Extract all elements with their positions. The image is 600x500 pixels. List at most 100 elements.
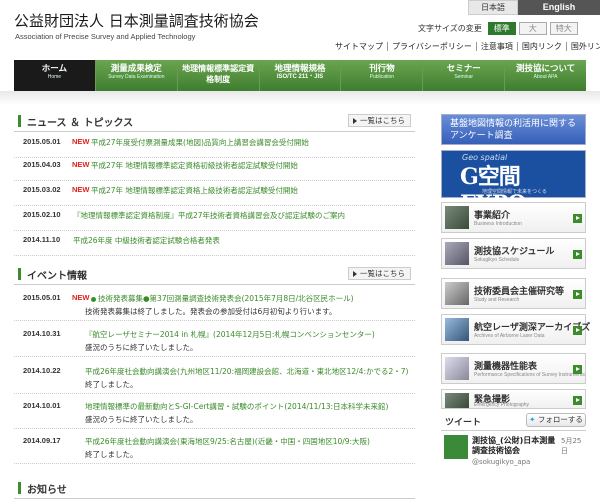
global-nav: ホーム Home 測量成果検定 Survey Data Examination 地理… (14, 60, 587, 91)
business-thumbnail (445, 206, 469, 229)
nav-gi-standards[interactable]: 地理情報規格 ISO/TC 211・JIS (259, 60, 342, 91)
event-link[interactable]: 地理情報標準の最新動向とS-GI-Cert講習・試験のポイント(2014/11/… (85, 401, 388, 412)
arrow-right-icon (573, 365, 582, 374)
bullet-icon (91, 296, 96, 302)
tweet-author[interactable]: 測技協_(公財)日本測量調査技術協会 (472, 436, 560, 456)
sitemap-link[interactable]: サイトマップ (331, 42, 387, 51)
event-date: 2014.10.22 (23, 366, 61, 375)
news-date: 2015.04.03 (23, 160, 61, 169)
news-item: 2015.02.10 『地理情報標準認定資格制度』平成27年技術者資格講習会及び… (14, 210, 415, 231)
side-label: 測量機器性能表 (474, 362, 538, 372)
nav-publication[interactable]: 刊行物 Publication (341, 60, 424, 91)
nav-label: セミナー (446, 64, 481, 74)
tweet-handle[interactable]: @sokugikyo_apa (472, 458, 530, 466)
arrow-right-icon (573, 396, 582, 405)
follow-button[interactable]: ✦ フォローする (526, 413, 586, 427)
event-desc: 盛況のうちに終了いたしました。 (85, 415, 198, 424)
news-link[interactable]: 平成27年 地理情報標準認定資格初級技術者認定試験受付開始 (91, 160, 298, 171)
nav-label: 測量成果検定 (110, 64, 162, 74)
new-badge: NEW (72, 293, 90, 302)
side-link-schedule[interactable]: 測技協スケジュール Sokugikyo Schedule (441, 238, 586, 269)
events-more-button[interactable]: 一覧はこちら (348, 267, 411, 280)
font-size-label: 文字サイズの変更 (418, 24, 482, 33)
news-more-button[interactable]: 一覧はこちら (348, 114, 411, 127)
domestic-links-link[interactable]: 国内リンク (516, 42, 566, 51)
twitter-bird-icon: ✦ (529, 415, 536, 424)
event-date: 2014.10.31 (23, 329, 61, 338)
nav-label: 地理情報標準認定資格制度 (182, 64, 255, 84)
events-section-header: イベント情報 一覧はこちら (14, 263, 415, 285)
lang-japanese-button[interactable]: 日本語 (468, 0, 518, 15)
side-link-research[interactable]: 技術委員会主催研究等 Study and Research (441, 278, 586, 309)
language-switcher: 日本語 English (468, 0, 600, 15)
side-label: 技術委員会主催研究等 (474, 287, 565, 297)
nav-gi-certification[interactable]: 地理情報標準認定資格制度 (177, 60, 260, 91)
arrow-right-icon (353, 117, 357, 124)
nav-label: 測技協について (515, 64, 576, 74)
news-section-header: ニュース ＆ トピックス 一覧はこちら (14, 110, 415, 132)
nav-shadow (0, 91, 600, 105)
lang-english-button[interactable]: English (518, 0, 600, 15)
news-link[interactable]: 平成27年度受付票測量成果(地図)品質向上講習会講習会受付開始 (91, 137, 309, 148)
event-item: 2014.10.01 地理情報標準の最新動向とS-GI-Cert講習・試験のポイ… (14, 401, 415, 429)
utility-links: サイトマップ プライバシーポリシー 注意事項 国内リンク 国外リンク (331, 42, 600, 51)
news-link[interactable]: 平成26年度 中級技術者認定試験合格者発表 (73, 235, 220, 246)
privacy-policy-link[interactable]: プライバシーポリシー (387, 42, 476, 51)
event-link[interactable]: 『航空レーザセミナー2014 in 札幌』(2014年12月5日:札幌コンベンシ… (85, 329, 375, 340)
side-link-business[interactable]: 事業紹介 Business Introduction (441, 202, 586, 233)
g-space-expo-banner[interactable]: Geo spatial G空間EXPO 地理空間情報で未来をつくる (441, 150, 586, 217)
event-link[interactable]: 平成26年度社会動向講演会(九州地区11/20:福岡建設会館、北海道・東北地区1… (85, 366, 408, 377)
tweet-title: ツイート (445, 418, 482, 428)
event-desc: 終了しました。 (85, 450, 138, 459)
event-desc: 終了しました。 (85, 380, 138, 389)
emergency-thumbnail (445, 393, 469, 408)
font-size-standard-button[interactable]: 標準 (487, 22, 516, 35)
news-item: 2015.03.02 NEW 平成27年 地理情報標準認定資格上級技術者認定試験… (14, 185, 415, 206)
font-size-xlarge-button[interactable]: 特大 (549, 22, 578, 35)
nav-seminar[interactable]: セミナー Seminar (423, 60, 506, 91)
font-size-switcher: 文字サイズの変更 標準 大 特大 (418, 22, 578, 35)
news-item: 2015.05.01 NEW 平成27年度受付票測量成果(地図)品質向上講習会講… (14, 137, 415, 158)
event-item: 2014.09.17 平成26年度社会動向講演会(東海地区9/25:名古屋)(近… (14, 436, 415, 464)
tweet-item: 測技協_(公財)日本測量調査技術協会 5月25日 @sokugikyo_apa (441, 431, 586, 500)
side-sublabel: Study and Research (474, 297, 520, 303)
overseas-links-link[interactable]: 国外リンク (565, 42, 600, 51)
side-sublabel: Business Introduction (474, 221, 522, 227)
news-date: 2014.11.10 (23, 235, 61, 244)
nav-survey-examination[interactable]: 測量成果検定 Survey Data Examination (95, 60, 178, 91)
more-label: 一覧はこちら (360, 116, 405, 125)
side-sublabel: Emergency Photography (474, 402, 530, 408)
font-size-large-button[interactable]: 大 (518, 22, 547, 35)
laser-thumbnail (445, 318, 469, 341)
event-item: 2014.10.22 平成26年度社会動向講演会(九州地区11/20:福岡建設会… (14, 366, 415, 394)
tweet-date[interactable]: 5月25日 (561, 436, 586, 456)
event-desc: 技術発表募集は終了しました。発表会の参加受付は6月初旬より行います。 (85, 307, 337, 316)
events-section-title: イベント情報 (27, 271, 87, 282)
nav-sublabel: Home (47, 74, 62, 80)
event-link[interactable]: 平成26年度社会動向講演会(東海地区9/25:名古屋)(近畿・中国・四国地区10… (85, 436, 370, 447)
arrow-right-icon (573, 250, 582, 259)
nav-about[interactable]: 測技協について About APA (505, 60, 587, 91)
site-title[interactable]: 公益財団法人 日本測量調査技術協会 (14, 10, 259, 31)
nav-sublabel: ISO/TC 211・JIS (276, 74, 324, 80)
arrow-right-icon (573, 290, 582, 299)
section-bar (18, 268, 21, 280)
more-label: 一覧はこちら (360, 269, 405, 278)
side-link-emergency[interactable]: 緊急撮影 Emergency Photography (441, 389, 586, 409)
side-label: 事業紹介 (474, 211, 511, 221)
event-item: 2014.10.31 『航空レーザセミナー2014 in 札幌』(2014年12… (14, 329, 415, 357)
news-link[interactable]: 平成27年 地理情報標準認定資格上級技術者認定試験受付開始 (91, 185, 298, 196)
research-thumbnail (445, 282, 469, 305)
avatar[interactable] (444, 435, 468, 459)
side-link-laser-archives[interactable]: 航空レーザ測深アーカイブズ Archives of Airborne Laser… (441, 314, 590, 345)
survey-banner[interactable]: 基盤地図情報の利活用に関するアンケート調査 (441, 114, 586, 145)
notes-link[interactable]: 注意事項 (475, 42, 517, 51)
follow-label: フォローする (537, 415, 583, 424)
news-link[interactable]: 『地理情報標準認定資格制度』平成27年技術者資格講習会及び認定試験のご案内 (73, 210, 345, 221)
nav-sublabel: Survey Data Examination (108, 74, 165, 80)
event-item: 2015.05.01 NEW 技術発表募集●第37回測量調査技術発表会(2015… (14, 293, 415, 321)
nav-home[interactable]: ホーム Home (14, 60, 96, 91)
side-link-instruments[interactable]: 測量機器性能表 Performance Specifications of Su… (441, 353, 586, 384)
arrow-right-icon (573, 214, 582, 223)
event-link[interactable]: 技術発表募集●第37回測量調査技術発表会(2015年7月8日/北谷区民ホール) (98, 294, 354, 303)
